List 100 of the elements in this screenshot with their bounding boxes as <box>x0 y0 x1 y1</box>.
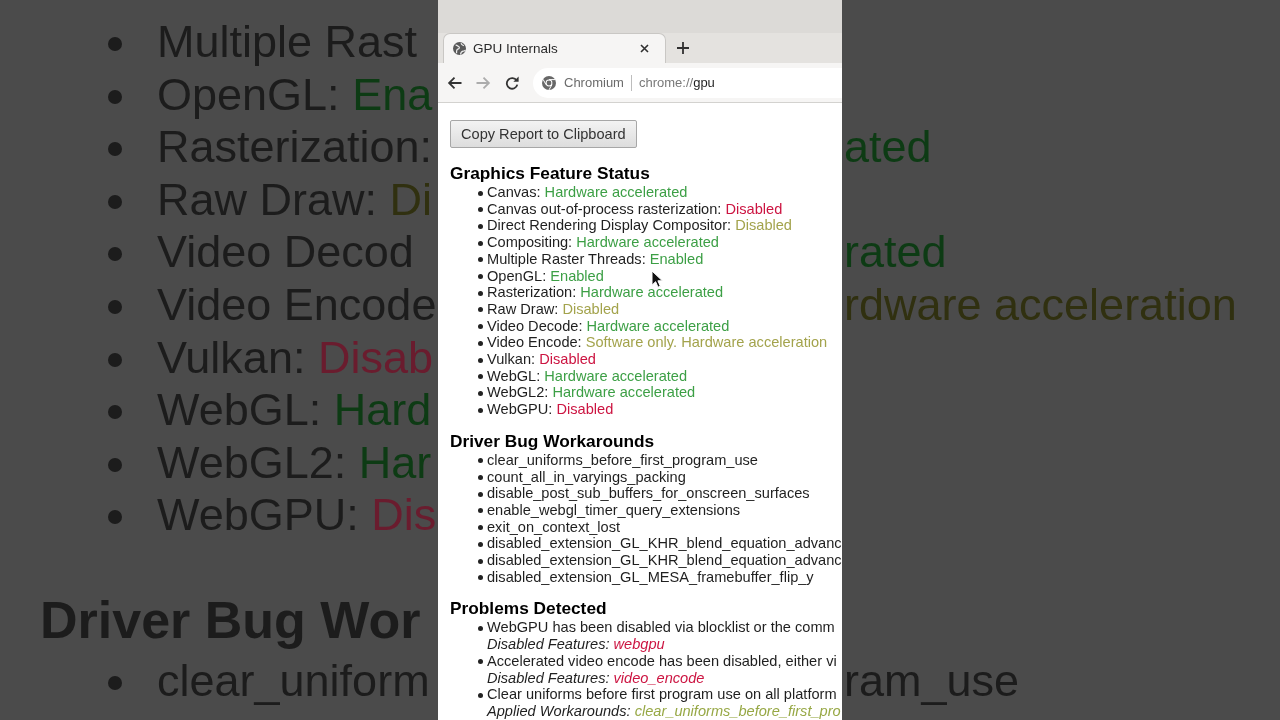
browser-tab[interactable]: GPU Internals <box>443 33 666 63</box>
problem-description: WebGPU has been disabled via blocklist or the comm <box>487 619 835 637</box>
workaround-name: disable_post_sub_buffers_for_onscreen_surfaces <box>487 485 810 502</box>
feature-name: OpenGL: <box>487 267 547 285</box>
bullet-icon <box>478 340 483 346</box>
feature-name: Video Decode: <box>487 317 583 335</box>
feature-status: Enabled <box>649 250 704 268</box>
blurred-list-text: rated <box>844 226 947 279</box>
blurred-status-text: Di <box>389 173 433 227</box>
bullet-icon <box>108 405 122 420</box>
feature-name: Canvas: <box>487 184 541 201</box>
workaround-name: enable_webgl_timer_query_extensions <box>487 501 741 519</box>
blurred-list-text: ated <box>844 121 932 174</box>
bullet-icon <box>108 675 122 690</box>
bullet-icon <box>478 190 483 196</box>
bullet-icon <box>478 324 483 330</box>
url-text: chrome://gpu <box>638 75 715 90</box>
arrow-right-icon <box>475 75 491 90</box>
problem-description: Clear uniforms before first program use on all platform <box>487 686 838 703</box>
bullet-icon <box>108 247 122 262</box>
bullet-icon <box>478 491 483 497</box>
workaround-name: exit_on_context_lost <box>487 518 621 536</box>
bullet-icon <box>478 475 483 481</box>
feature-name: Compositing: <box>487 234 573 251</box>
bullet-icon <box>478 692 483 698</box>
feature-name: WebGPU: <box>487 401 553 418</box>
feature-status: Hardware accelerated <box>576 234 719 251</box>
feature-name: Direct Rendering Display Compositor: <box>487 217 732 235</box>
feature-name: Video Encode: <box>487 334 582 352</box>
close-icon <box>640 44 649 53</box>
browser-logo-icon <box>542 75 556 90</box>
feature-name: Vulkan: <box>487 351 536 368</box>
arrow-left-icon <box>446 75 462 90</box>
feature-name: WebGL2: <box>487 384 549 402</box>
workaround-name: count_all_in_varyings_packing <box>487 468 686 486</box>
bullet-icon <box>478 458 483 464</box>
mouse-pointer-icon <box>651 270 663 288</box>
feature-status: Disabled <box>725 200 783 218</box>
bullet-icon <box>478 307 483 313</box>
feature-status: Hardware accelerated <box>586 317 730 335</box>
site-label: Chromium <box>564 75 624 90</box>
feature-name: Multiple Raster Threads: <box>487 250 646 268</box>
feature-status: Disabled <box>562 300 620 318</box>
address-bar[interactable]: Chromium chrome://gpu <box>533 67 842 98</box>
detail-label: Disabled Features: <box>487 669 610 686</box>
reload-icon <box>504 75 520 90</box>
bullet-icon <box>478 223 483 229</box>
bullet-icon <box>108 89 122 104</box>
problem-description: Accelerated video encode has been disabled, either vi <box>487 652 837 670</box>
workaround-name: disabled_extension_GL_MESA_framebuffer_flip_y <box>487 568 814 586</box>
feature-name: Raw Draw: <box>487 300 559 318</box>
plus-icon <box>677 42 689 54</box>
bullet-icon <box>478 257 483 263</box>
feature-status: Software only. Hardware acceleration <box>585 334 828 352</box>
blurred-status-text: Ena <box>352 68 433 122</box>
blurred-status-text: Hard <box>333 384 432 437</box>
detail-label: Disabled Features: <box>487 636 610 653</box>
blurred-status-text: Har <box>358 436 432 490</box>
copy-report-button[interactable]: Copy Report to Clipboard <box>450 120 637 148</box>
bullet-icon <box>108 142 122 157</box>
bullet-icon <box>478 207 483 213</box>
globe-icon <box>453 42 466 55</box>
feature-status: Hardware accelerated <box>580 284 724 301</box>
detail-value: clear_uniforms_before_first_pro <box>634 703 841 719</box>
bullet-icon <box>108 37 122 51</box>
feature-name: Canvas out-of-process rasterization: <box>487 200 722 218</box>
bullet-icon <box>478 575 483 581</box>
bullet-icon <box>478 390 483 396</box>
bullet-icon <box>478 525 483 531</box>
section-heading: Driver Bug Workarounds <box>450 431 655 451</box>
bullet-icon <box>478 357 483 363</box>
bullet-icon <box>478 541 483 547</box>
bullet-icon <box>108 510 122 525</box>
feature-status: Disabled <box>539 351 596 368</box>
bullet-icon <box>478 374 483 380</box>
bullet-icon <box>478 290 483 296</box>
blurred-list-text: rdware acceleration <box>844 278 1237 332</box>
bullet-icon <box>478 508 483 514</box>
bullet-icon <box>478 625 483 631</box>
feature-status: Hardware accelerated <box>544 184 688 201</box>
bullet-icon <box>478 240 483 246</box>
bullet-icon <box>478 558 483 564</box>
workaround-name: clear_uniforms_before_first_program_use <box>487 451 758 469</box>
bullet-icon <box>108 299 122 314</box>
bullet-icon <box>108 194 122 209</box>
bullet-icon <box>108 352 122 367</box>
bullet-icon <box>478 659 483 665</box>
feature-name: Rasterization: <box>487 284 577 301</box>
feature-status: Enabled <box>550 267 604 285</box>
feature-status: Disabled <box>735 217 792 235</box>
workaround-name: disabled_extension_GL_KHR_blend_equation_advanc <box>487 535 842 553</box>
detail-label: Applied Workarounds: <box>487 703 631 719</box>
detail-value: webgpu <box>613 636 665 653</box>
feature-name: WebGL: <box>487 367 541 385</box>
section-heading: Problems Detected <box>450 599 607 619</box>
feature-status: Hardware accelerated <box>544 367 688 385</box>
workaround-name: disabled_extension_GL_KHR_blend_equation_advanc <box>487 552 842 569</box>
section-heading: Graphics Feature Status <box>450 164 650 183</box>
bullet-icon <box>478 407 483 413</box>
bullet-icon <box>108 457 122 472</box>
